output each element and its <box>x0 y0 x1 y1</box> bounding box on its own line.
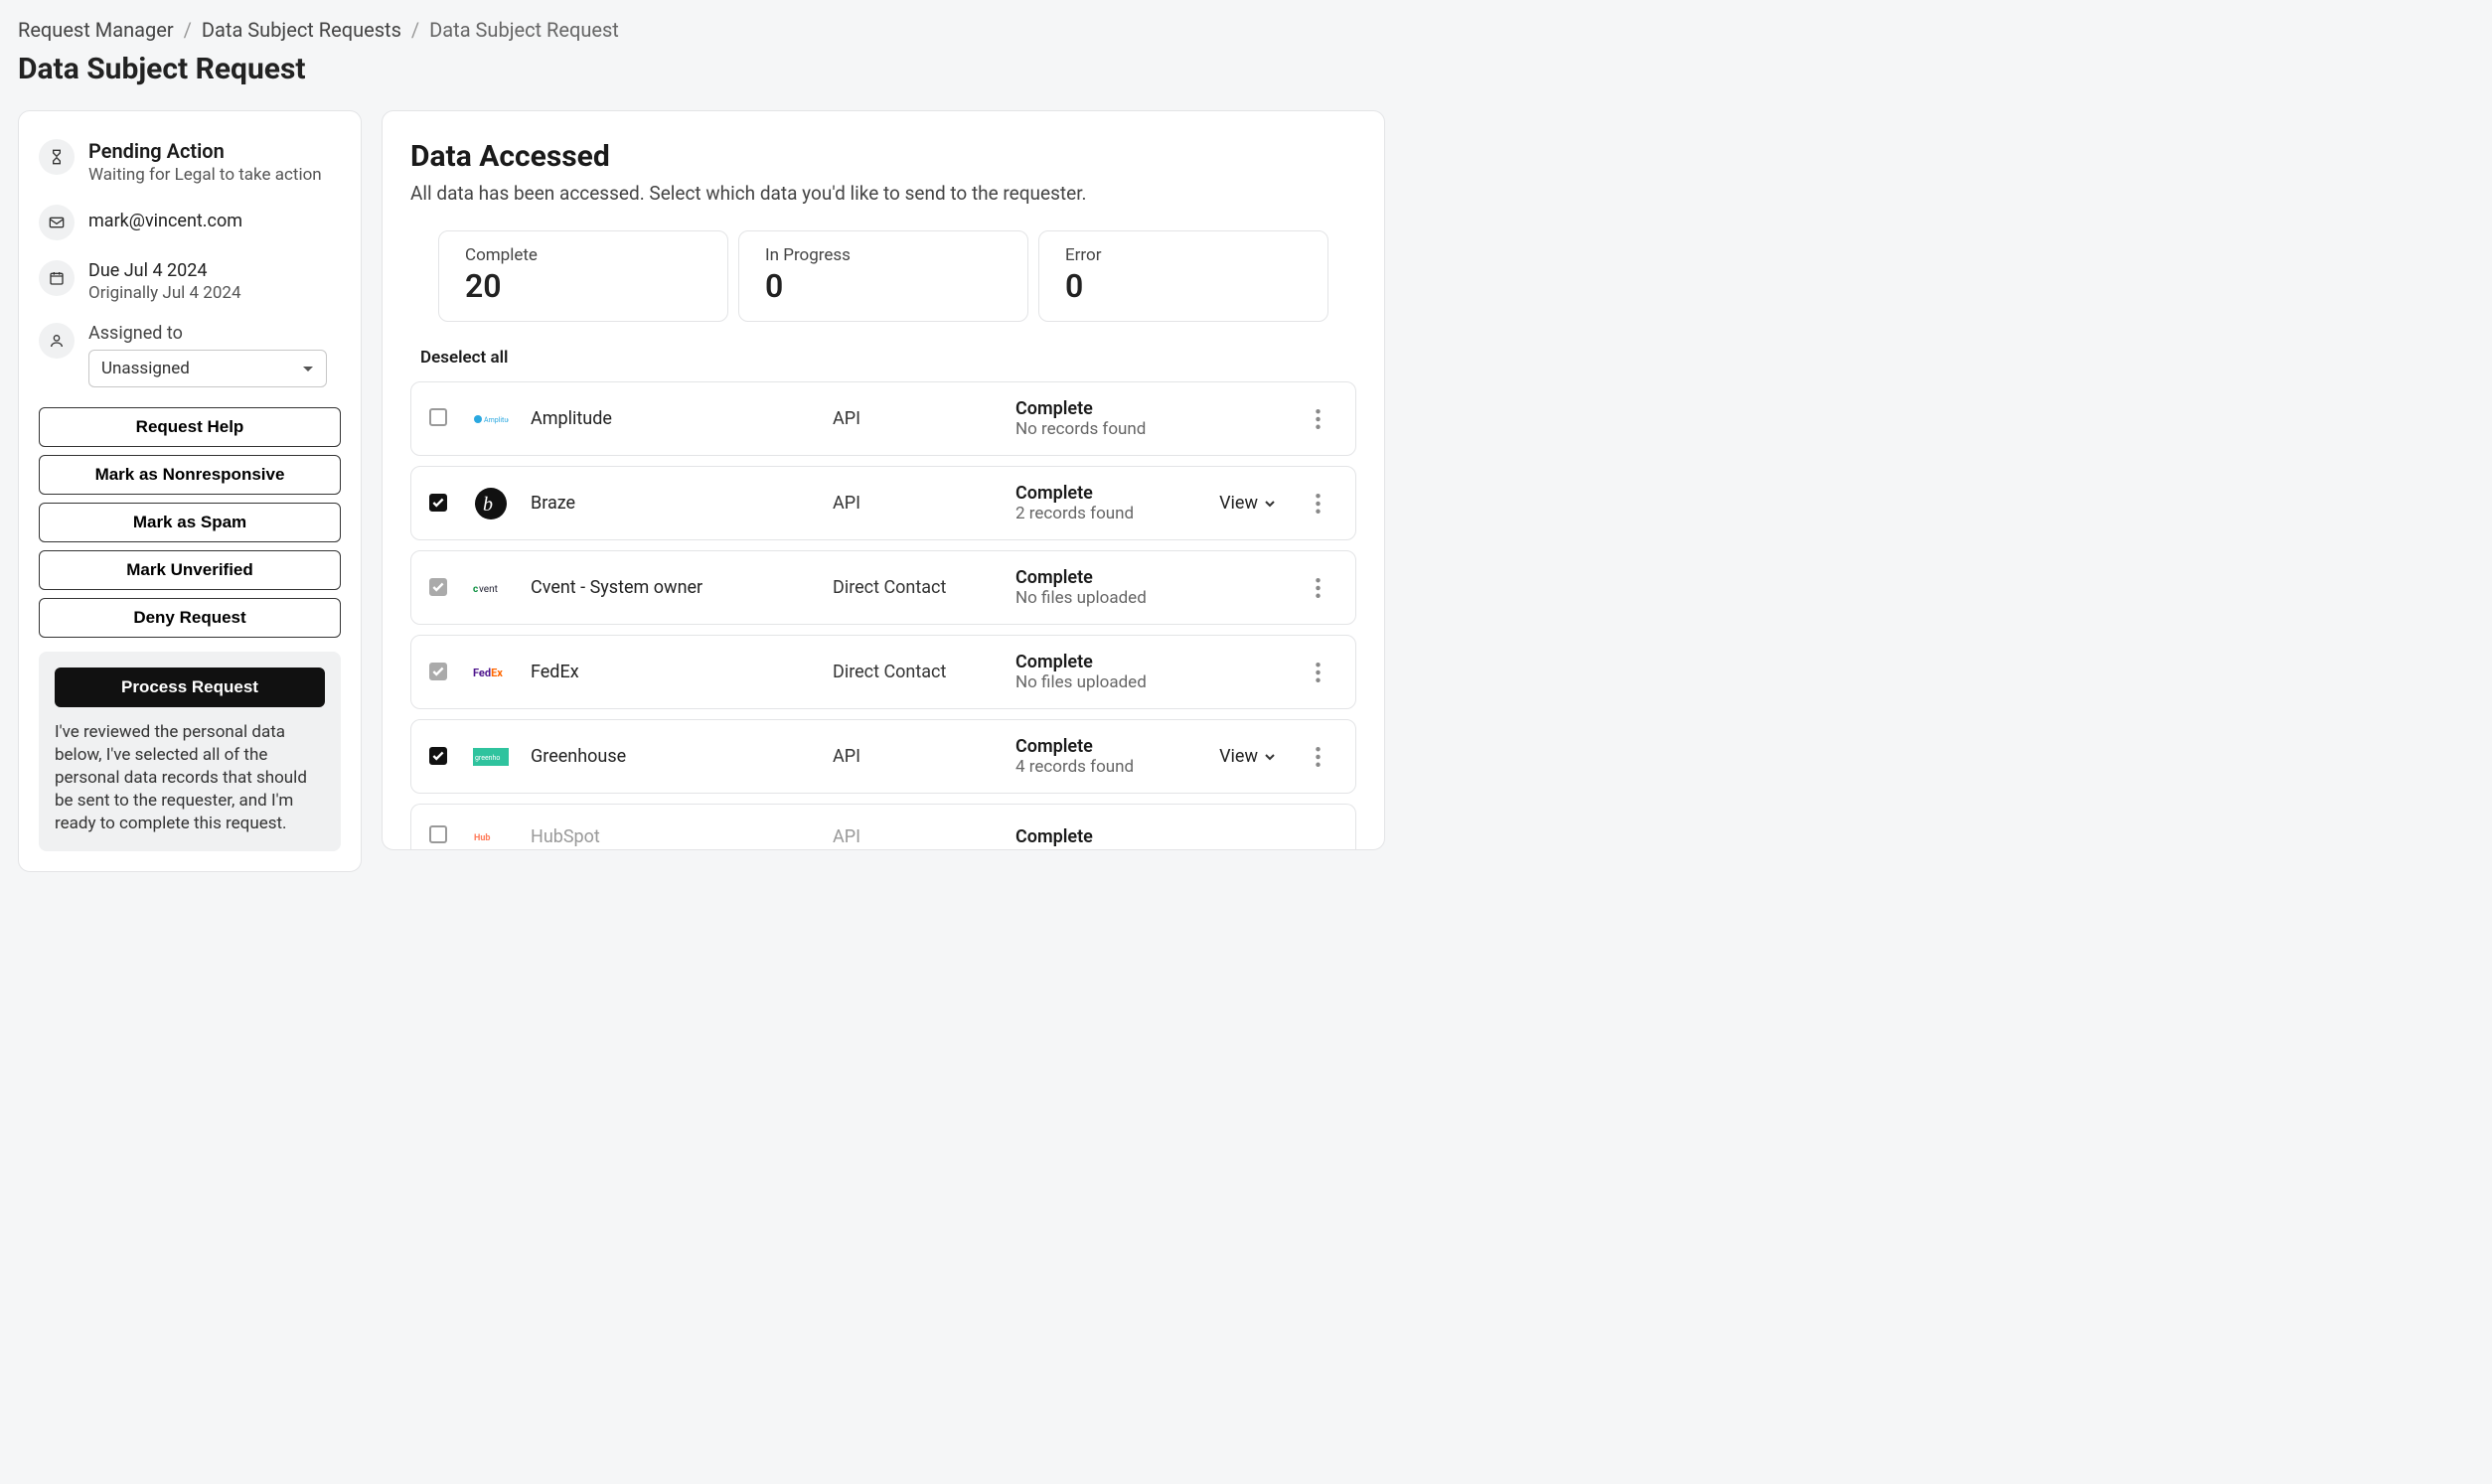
row-method: Direct Contact <box>833 662 1012 682</box>
row-status: Complete <box>1015 567 1290 588</box>
breadcrumb-sep: / <box>411 18 419 42</box>
table-row: greenho Greenhouse API Complete 4 record… <box>410 719 1356 794</box>
row-name: FedEx <box>531 662 829 682</box>
view-link[interactable]: View <box>1219 493 1276 514</box>
table-row: cvent Cvent - System owner Direct Contac… <box>410 550 1356 625</box>
request-sidebar: Pending Action Waiting for Legal to take… <box>18 110 362 872</box>
table-row: Amplitude Amplitude API Complete No reco… <box>410 381 1356 456</box>
stat-value: 0 <box>1065 267 1302 305</box>
integration-logo: FedEx <box>473 655 509 690</box>
breadcrumb-link-1[interactable]: Data Subject Requests <box>202 18 401 42</box>
mark-spam-button[interactable]: Mark as Spam <box>39 503 341 542</box>
row-name: Greenhouse <box>531 746 829 767</box>
due-date: Due Jul 4 2024 <box>88 260 241 281</box>
hourglass-icon <box>39 139 75 175</box>
page-title: Data Subject Request <box>18 52 2474 86</box>
row-method: API <box>833 408 1012 429</box>
row-name: HubSpot <box>531 826 829 847</box>
row-method: API <box>833 746 1012 767</box>
assigned-select[interactable]: Unassigned <box>88 350 327 387</box>
breadcrumb-sep: / <box>184 18 192 42</box>
row-menu-button[interactable] <box>1298 663 1337 682</box>
hubspot-logo: Hub <box>473 818 509 849</box>
stat-error[interactable]: Error 0 <box>1038 230 1328 322</box>
row-detail: 2 records found <box>1015 504 1215 523</box>
row-detail: No files uploaded <box>1015 672 1290 692</box>
row-name: Amplitude <box>531 408 829 429</box>
row-method: API <box>833 493 1012 514</box>
row-method: API <box>833 826 1012 847</box>
main-panel: Data Accessed All data has been accessed… <box>382 110 1385 850</box>
stat-label: In Progress <box>765 245 1002 265</box>
integration-logo: greenho <box>473 739 509 775</box>
table-row: FedEx FedEx Direct Contact Complete No f… <box>410 635 1356 709</box>
assigned-value: Unassigned <box>101 359 190 378</box>
row-menu-button[interactable] <box>1298 747 1337 767</box>
row-name: Cvent - System owner <box>531 577 829 598</box>
row-detail: No records found <box>1015 419 1290 439</box>
row-name: Braze <box>531 493 829 514</box>
original-date: Originally Jul 4 2024 <box>88 283 241 303</box>
integration-logo: cvent <box>473 570 509 606</box>
stat-value: 0 <box>765 267 1002 305</box>
process-request-button[interactable]: Process Request <box>55 668 325 707</box>
svg-text:Hub: Hub <box>474 833 490 843</box>
caret-down-icon <box>302 359 314 378</box>
row-status: Complete <box>1015 398 1290 419</box>
process-description: I've reviewed the personal data below, I… <box>55 721 325 835</box>
svg-text:c: c <box>473 584 478 595</box>
breadcrumb-link-0[interactable]: Request Manager <box>18 18 174 42</box>
row-status: Complete <box>1015 826 1290 847</box>
row-checkbox[interactable] <box>429 825 447 843</box>
stat-label: Error <box>1065 245 1302 265</box>
svg-text:greenho: greenho <box>475 754 500 762</box>
calendar-icon <box>39 260 75 296</box>
integration-logo: Amplitude <box>473 401 509 437</box>
mail-icon <box>39 205 75 240</box>
requester-email: mark@vincent.com <box>88 211 242 231</box>
row-status: Complete <box>1015 483 1215 504</box>
main-title: Data Accessed <box>410 139 1356 174</box>
svg-text:b: b <box>483 494 493 516</box>
row-menu-button[interactable] <box>1298 409 1337 429</box>
stat-label: Complete <box>465 245 701 265</box>
svg-text:vent: vent <box>479 584 498 595</box>
row-status: Complete <box>1015 652 1290 672</box>
integration-logo: b <box>473 486 509 521</box>
assigned-label: Assigned to <box>88 323 341 344</box>
process-panel: Process Request I've reviewed the person… <box>39 652 341 851</box>
row-checkbox[interactable] <box>429 747 447 765</box>
person-icon <box>39 323 75 359</box>
stat-complete[interactable]: Complete 20 <box>438 230 728 322</box>
row-status: Complete <box>1015 736 1215 757</box>
deselect-all-link[interactable]: Deselect all <box>420 348 1356 368</box>
main-subtitle: All data has been accessed. Select which… <box>410 182 1356 205</box>
row-checkbox[interactable] <box>429 663 447 680</box>
status-title: Pending Action <box>88 139 322 163</box>
breadcrumb-current: Data Subject Request <box>429 18 619 42</box>
row-menu-button[interactable] <box>1298 578 1337 598</box>
svg-text:FedEx: FedEx <box>473 667 503 679</box>
row-menu-button[interactable] <box>1298 494 1337 514</box>
mark-nonresponsive-button[interactable]: Mark as Nonresponsive <box>39 455 341 495</box>
table-row: b Braze API Complete 2 records found Vie… <box>410 466 1356 540</box>
request-help-button[interactable]: Request Help <box>39 407 341 447</box>
stat-in-progress[interactable]: In Progress 0 <box>738 230 1028 322</box>
row-checkbox[interactable] <box>429 494 447 512</box>
mark-unverified-button[interactable]: Mark Unverified <box>39 550 341 590</box>
row-checkbox[interactable] <box>429 578 447 596</box>
row-detail: No files uploaded <box>1015 588 1290 608</box>
breadcrumb: Request Manager / Data Subject Requests … <box>18 18 2474 42</box>
deny-request-button[interactable]: Deny Request <box>39 598 341 638</box>
view-link[interactable]: View <box>1219 746 1276 767</box>
row-checkbox[interactable] <box>429 408 447 426</box>
table-row-cutoff: Hub HubSpot API Complete <box>410 804 1356 849</box>
stat-value: 20 <box>465 267 701 305</box>
row-detail: 4 records found <box>1015 757 1215 777</box>
status-sub: Waiting for Legal to take action <box>88 165 322 185</box>
svg-text:Amplitude: Amplitude <box>484 416 509 424</box>
row-method: Direct Contact <box>833 577 1012 598</box>
